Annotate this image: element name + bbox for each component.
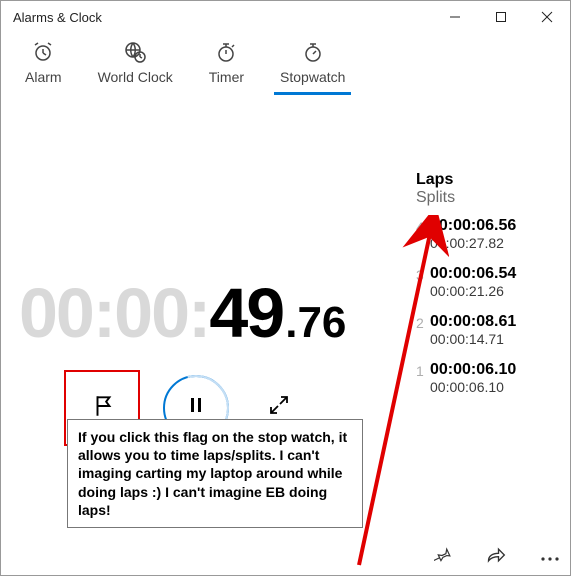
ellipsis-icon (540, 547, 560, 567)
time-zero-prefix: 00:00: (19, 273, 209, 353)
annotation-text: If you click this flag on the stop watch… (78, 429, 347, 518)
lap-number: 1 (416, 361, 430, 379)
time-seconds: 49 (209, 273, 283, 353)
pin-icon (434, 548, 452, 568)
lap-time: 00:00:06.56 (430, 217, 556, 235)
lap-time: 00:00:06.10 (430, 361, 556, 379)
lap-time: 00:00:08.61 (430, 313, 556, 331)
time-display: 00:00: 49 .76 (19, 273, 346, 353)
annotation-callout: If you click this flag on the stop watch… (67, 419, 363, 528)
lap-time: 00:00:06.54 (430, 265, 556, 283)
lap-row: 200:00:08.6100:00:14.71 (416, 313, 556, 347)
maximize-button[interactable] (478, 1, 524, 33)
lap-row: 100:00:06.1000:00:06.10 (416, 361, 556, 395)
timer-icon (214, 39, 238, 65)
more-button[interactable] (540, 547, 560, 568)
globe-clock-icon (123, 39, 147, 65)
laps-panel: Laps Splits 400:00:06.5600:00:27.82300:0… (416, 171, 556, 409)
lap-number: 3 (416, 265, 430, 283)
share-icon (486, 548, 506, 568)
tab-label: Timer (209, 69, 244, 85)
tab-bar: Alarm World Clock Timer Stopwatch (1, 33, 570, 105)
tab-alarm[interactable]: Alarm (25, 39, 62, 93)
share-button[interactable] (486, 546, 506, 569)
tab-label: Alarm (25, 69, 62, 85)
split-time: 00:00:06.10 (430, 379, 556, 395)
lap-row: 300:00:06.5400:00:21.26 (416, 265, 556, 299)
close-button[interactable] (524, 1, 570, 33)
stopwatch-icon (301, 39, 325, 65)
bottom-toolbar (434, 546, 560, 569)
minimize-button[interactable] (432, 1, 478, 33)
split-time: 00:00:14.71 (430, 331, 556, 347)
tab-stopwatch[interactable]: Stopwatch (280, 39, 345, 93)
time-fraction: .76 (285, 298, 346, 348)
splits-header: Splits (416, 189, 556, 207)
lap-number: 4 (416, 217, 430, 235)
lap-row: 400:00:06.5600:00:27.82 (416, 217, 556, 251)
expand-icon (269, 395, 289, 421)
tab-timer[interactable]: Timer (209, 39, 244, 93)
tab-world-clock[interactable]: World Clock (98, 39, 173, 93)
tab-label: World Clock (98, 69, 173, 85)
pin-button[interactable] (434, 546, 452, 569)
lap-number: 2 (416, 313, 430, 331)
window-title: Alarms & Clock (13, 10, 102, 25)
tab-label: Stopwatch (280, 69, 345, 85)
title-bar: Alarms & Clock (1, 1, 570, 33)
split-time: 00:00:27.82 (430, 235, 556, 251)
laps-header: Laps (416, 171, 556, 189)
alarm-clock-icon (31, 39, 55, 65)
split-time: 00:00:21.26 (430, 283, 556, 299)
